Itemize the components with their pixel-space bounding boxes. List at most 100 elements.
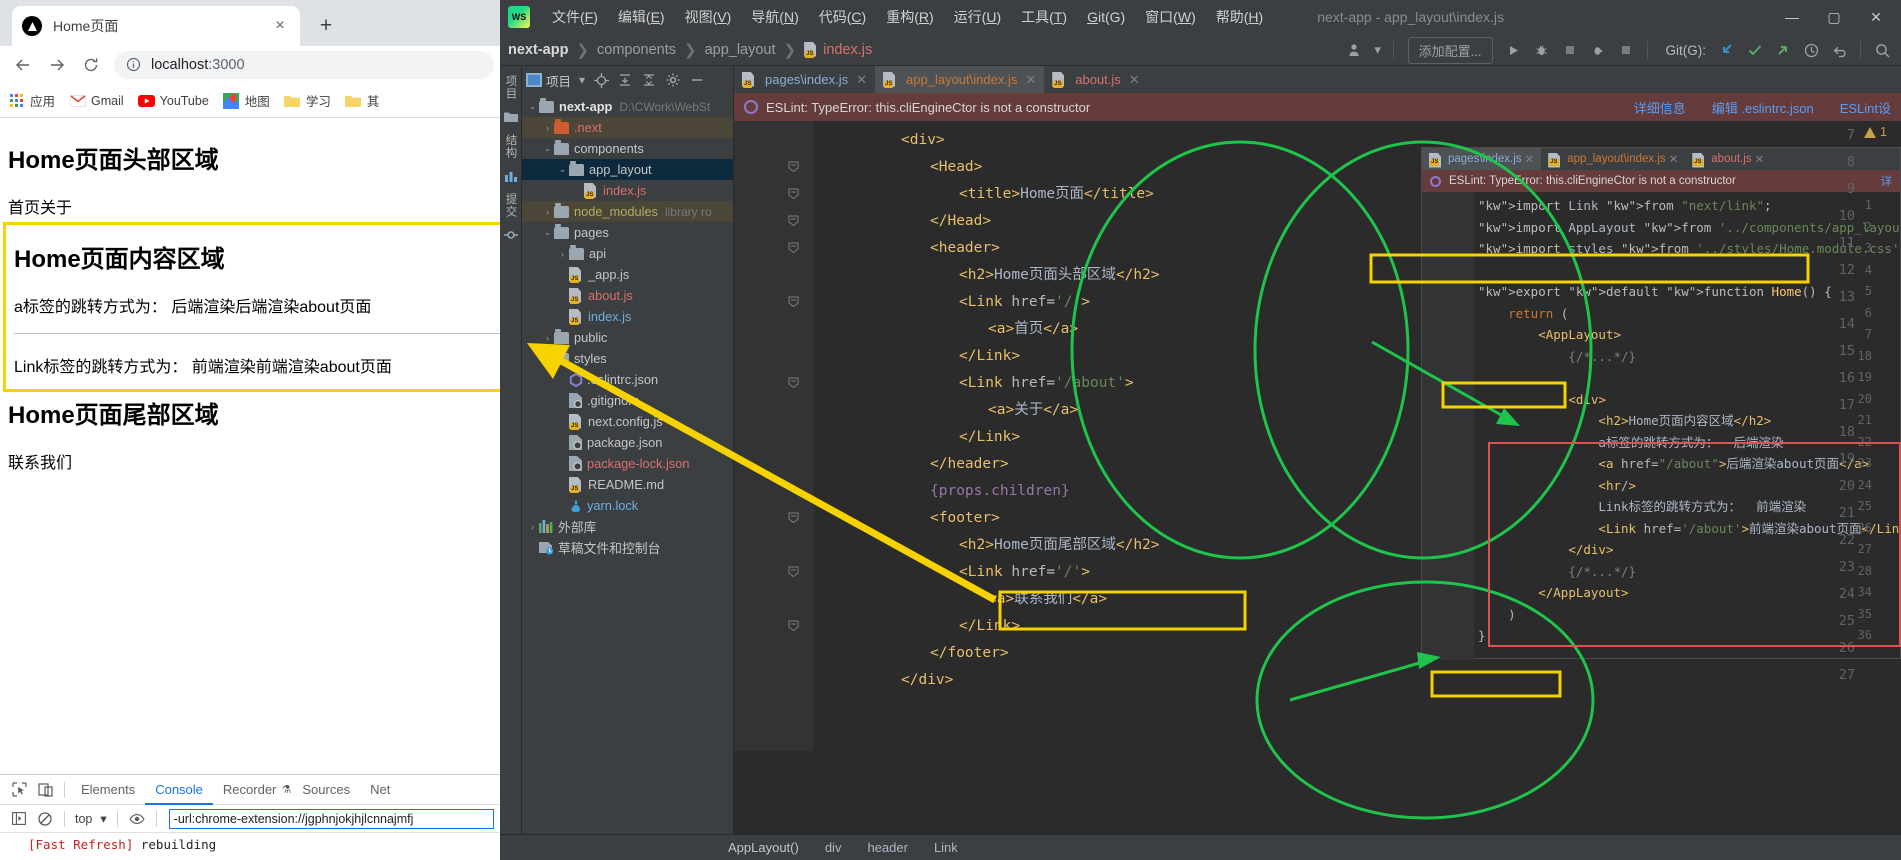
info-icon[interactable] xyxy=(126,57,142,73)
editor-tab-pages-index[interactable]: pages\index.js ✕ xyxy=(734,66,875,93)
chevron-down-icon[interactable]: ⌄ xyxy=(541,227,554,238)
reload-icon[interactable] xyxy=(74,50,108,80)
code-fold-icon[interactable] xyxy=(788,186,801,200)
preview-code-line[interactable]: </div> xyxy=(1478,539,1613,561)
tree-node-about-js[interactable]: about.js xyxy=(522,285,733,306)
maximize-icon[interactable]: ▢ xyxy=(1813,0,1855,34)
editor-gutter[interactable] xyxy=(734,121,814,751)
tree-node-外部库[interactable]: › 外部库 xyxy=(522,516,733,537)
inspect-element-icon[interactable] xyxy=(6,779,32,801)
close-icon[interactable]: ✕ xyxy=(1669,152,1679,166)
menu-file[interactable]: 文件(F) xyxy=(542,7,608,27)
device-toolbar-icon[interactable] xyxy=(32,779,58,801)
chevron-down-icon[interactable]: ▾ xyxy=(96,811,110,826)
code-line[interactable]: <a>联系我们</a> xyxy=(814,586,1107,613)
preview-code-line[interactable]: "kw">import Link "kw">from "next/link"; xyxy=(1478,195,1772,217)
code-fold-icon[interactable] xyxy=(788,510,801,524)
tree-node-index-js[interactable]: index.js xyxy=(522,306,733,327)
expand-all-icon[interactable] xyxy=(615,70,635,90)
git-commit-icon[interactable] xyxy=(1742,37,1768,63)
tree-node--app-js[interactable]: _app.js xyxy=(522,264,733,285)
tree-node-草稿文件和控制台[interactable]: 草稿文件和控制台 xyxy=(522,537,733,558)
chevron-right-icon[interactable]: › xyxy=(526,522,539,532)
status-div[interactable]: div xyxy=(825,840,842,855)
devtools-tab-network[interactable]: Net xyxy=(360,775,400,805)
bookmark-youtube[interactable]: YouTube xyxy=(137,92,209,109)
preview-code-line[interactable]: <AppLayout> xyxy=(1478,324,1621,346)
tree-node-pages[interactable]: ⌄ pages xyxy=(522,222,733,243)
bookmark-study[interactable]: 学习 xyxy=(284,91,331,110)
breadcrumb-item-components[interactable]: components xyxy=(597,42,676,58)
tree-node-node-modules[interactable]: › node_modules library ro xyxy=(522,201,733,222)
code-fold-icon[interactable] xyxy=(788,375,801,389)
code-line[interactable]: <Head> xyxy=(814,154,982,181)
devtools-tab-console[interactable]: Console xyxy=(145,775,213,805)
inspection-warning-count[interactable]: 1 xyxy=(1864,125,1887,139)
preview-code-line[interactable]: Link标签的跳转方式为： 前端渲染 xyxy=(1478,496,1806,518)
menu-code[interactable]: 代码(C) xyxy=(809,7,876,27)
menu-window[interactable]: 窗口(W) xyxy=(1135,7,1206,27)
eslint-details-link[interactable]: 详细信息 xyxy=(1634,98,1686,117)
tree-node-next-app[interactable]: ⌄ next-app D:\CWork\WebSt xyxy=(522,96,733,117)
chevron-down-icon[interactable]: ⌄ xyxy=(526,101,539,112)
chevron-down-icon[interactable]: ▾ xyxy=(577,70,587,90)
rail-structure-label[interactable]: 结构 xyxy=(503,131,519,162)
tree-node-package-lock-json[interactable]: package-lock.json xyxy=(522,453,733,474)
rail-commit-label[interactable]: 提交 xyxy=(503,190,519,221)
status-link[interactable]: Link xyxy=(934,840,958,855)
preview-code-line[interactable]: {/*...*/} xyxy=(1478,346,1636,368)
code-line[interactable]: <a>首页</a> xyxy=(814,316,1078,343)
code-line[interactable]: <Link href='/'> xyxy=(814,289,1090,316)
code-line[interactable]: </Head> xyxy=(814,208,991,235)
rail-project-label[interactable]: 项目 xyxy=(503,72,519,103)
bookmark-maps[interactable]: 地图 xyxy=(223,91,270,110)
code-line[interactable]: </Link> xyxy=(814,424,1020,451)
devtools-tab-elements[interactable]: Elements xyxy=(71,775,145,805)
code-line[interactable]: </footer> xyxy=(814,640,1009,667)
tree-node-public[interactable]: › public xyxy=(522,327,733,348)
stop-icon[interactable] xyxy=(1557,37,1583,63)
close-icon[interactable]: ✕ xyxy=(1755,152,1765,166)
preview-code-line[interactable]: <h2>Home页面内容区域</h2> xyxy=(1478,410,1771,432)
tree-node-components[interactable]: ⌄ components xyxy=(522,138,733,159)
code-editor[interactable]: 1 <div> <Head> <title>Home页面</title> </Head… xyxy=(734,121,1901,751)
tree-node-app-layout[interactable]: ⌄ app_layout xyxy=(522,159,733,180)
preview-code-line[interactable]: } xyxy=(1478,625,1486,647)
preview-code-line[interactable]: "kw">export "kw">default "kw">function H… xyxy=(1478,281,1832,303)
code-line[interactable]: {props.children} xyxy=(814,478,1070,505)
preview-tab-about[interactable]: about.js ✕ xyxy=(1685,148,1771,170)
chevron-right-icon[interactable]: › xyxy=(556,249,569,259)
code-line[interactable]: </header> xyxy=(814,451,1009,478)
code-fold-icon[interactable] xyxy=(788,618,801,632)
page-header-links[interactable]: 首页关于 xyxy=(8,194,492,218)
close-icon[interactable]: ✕ xyxy=(1525,152,1535,166)
profile-icon[interactable] xyxy=(1613,37,1639,63)
bookmarks-icon[interactable] xyxy=(503,168,519,184)
close-icon[interactable]: × xyxy=(270,16,290,36)
menu-navigate[interactable]: 导航(N) xyxy=(741,7,808,27)
chevron-down-icon[interactable]: ⌄ xyxy=(541,143,554,154)
preview-eslint-link[interactable]: 详 xyxy=(1881,173,1893,189)
code-fold-icon[interactable] xyxy=(788,564,801,578)
chevron-down-icon[interactable]: ▾ xyxy=(1371,37,1385,63)
user-icon[interactable] xyxy=(1343,37,1369,63)
editor-tab-about[interactable]: about.js ✕ xyxy=(1044,66,1147,93)
menu-edit[interactable]: 编辑(E) xyxy=(608,7,675,27)
devtools-tab-recorder[interactable]: Recorder xyxy=(213,775,286,805)
code-fold-icon[interactable] xyxy=(788,294,801,308)
new-tab-button[interactable]: + xyxy=(312,12,340,40)
console-context-selector[interactable]: top xyxy=(71,812,96,826)
tree-node--gitignore[interactable]: .gitignore xyxy=(522,390,733,411)
close-icon[interactable]: ✕ xyxy=(856,72,867,88)
tree-node-yarn-lock[interactable]: yarn.lock xyxy=(522,495,733,516)
close-icon[interactable]: ✕ xyxy=(1855,0,1897,34)
git-rollback-icon[interactable] xyxy=(1826,37,1852,63)
git-update-icon[interactable] xyxy=(1714,37,1740,63)
menu-view[interactable]: 视图(V) xyxy=(675,7,742,27)
collapse-all-icon[interactable] xyxy=(639,70,659,90)
status-header[interactable]: header xyxy=(867,840,907,855)
minimize-icon[interactable]: — xyxy=(1771,0,1813,34)
tree-node-index-js[interactable]: index.js xyxy=(522,180,733,201)
page-content-line-1[interactable]: a标签的跳转方式为： 后端渲染后端渲染about页面 xyxy=(14,293,500,317)
tree-node-package-json[interactable]: package.json xyxy=(522,432,733,453)
